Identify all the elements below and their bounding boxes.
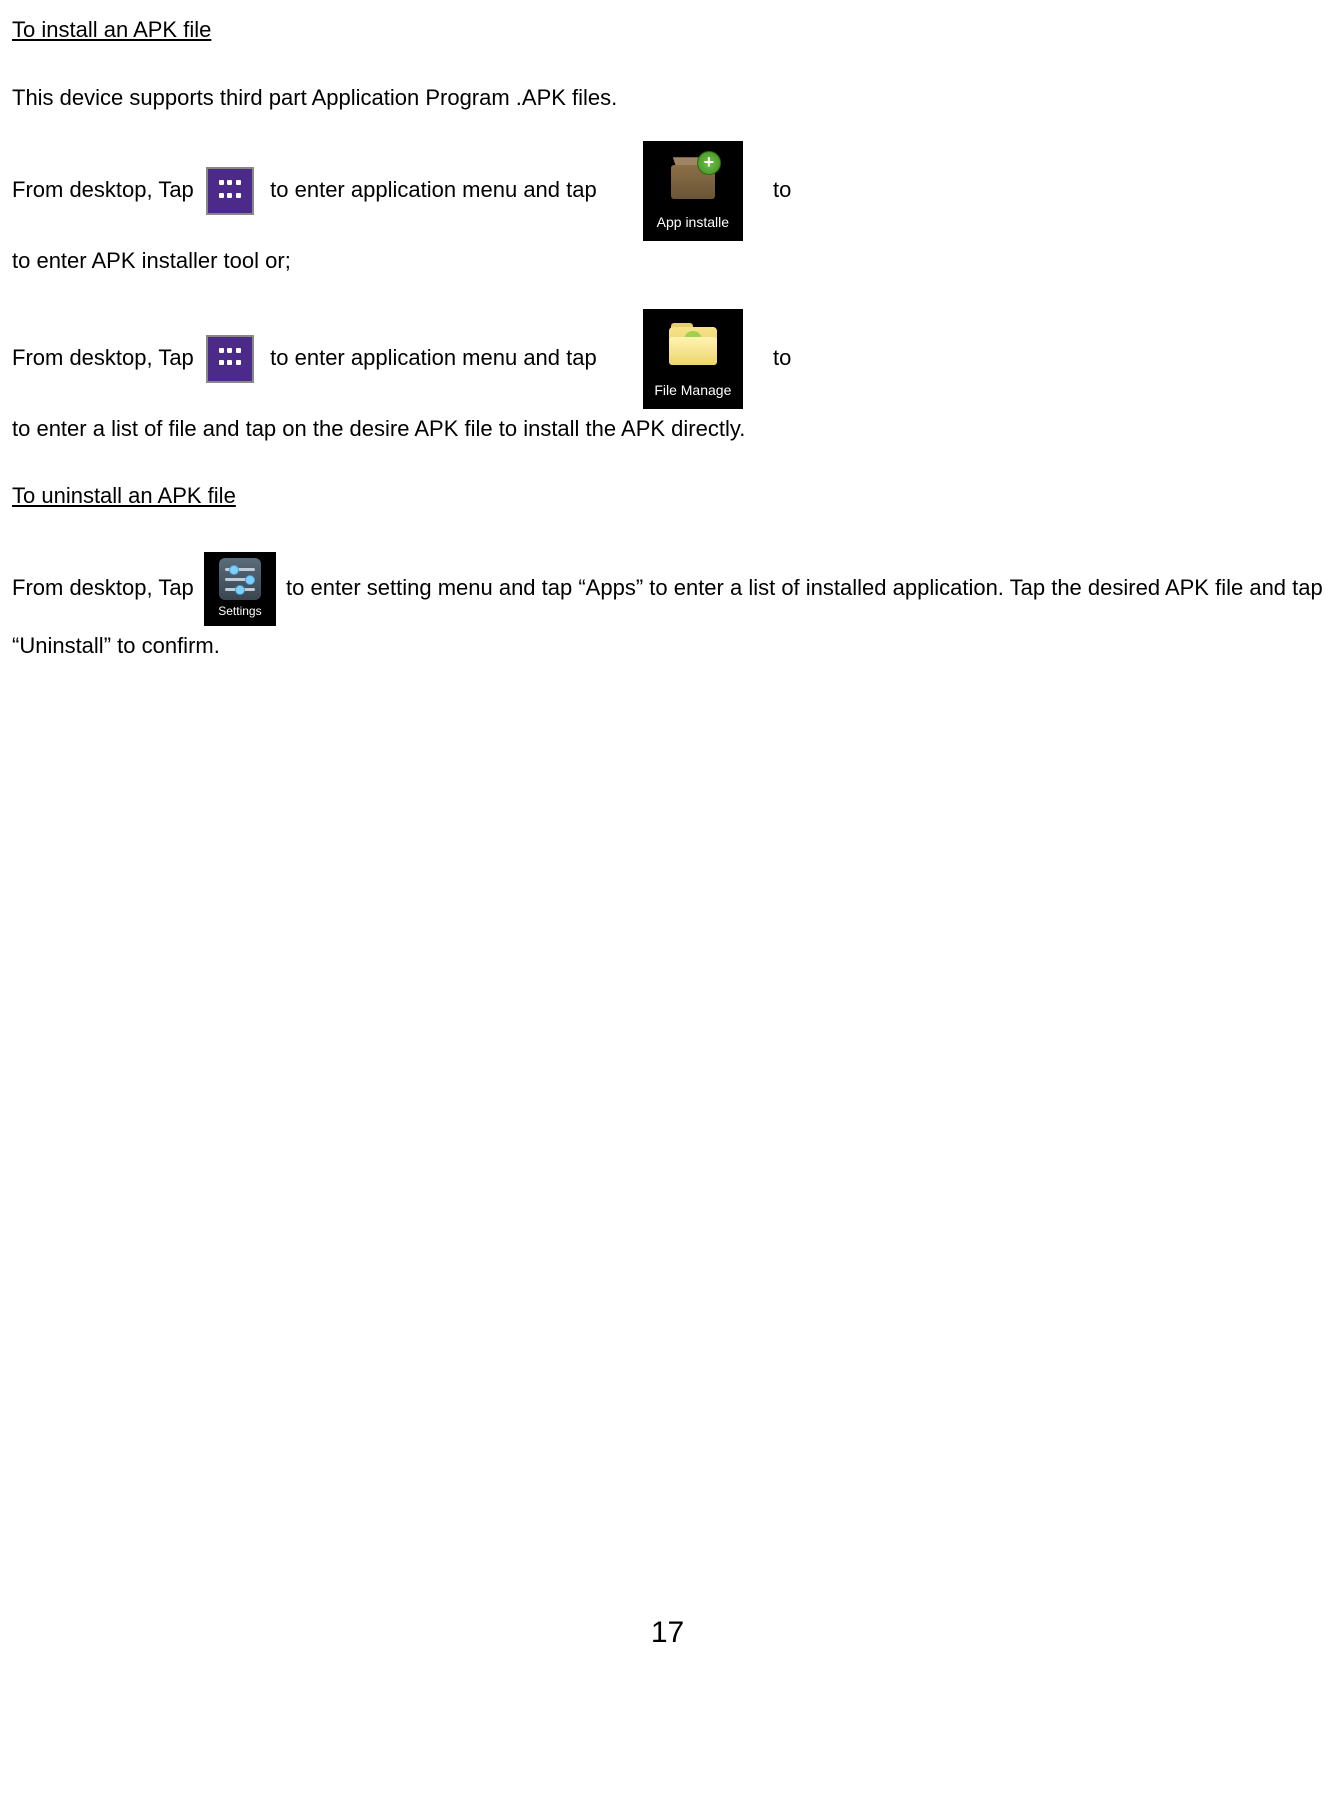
- install-line-1: From desktop, Tap to enter application m…: [12, 141, 1323, 281]
- uninstall-line: From desktop, Tap Settings to enter sett…: [12, 552, 1323, 666]
- enter-file-list-text: to enter a list of file and tap on the d…: [12, 416, 745, 441]
- file-manager-label: File Manage: [643, 378, 743, 403]
- apps-grid-icon: [206, 167, 254, 215]
- to-enter-app-menu-1: to enter application menu and tap: [270, 177, 597, 202]
- app-installer-icon: + App installe: [643, 141, 743, 241]
- from-desktop-tap-3: From desktop, Tap: [12, 575, 194, 600]
- install-line-2: From desktop, Tap to enter application m…: [12, 309, 1323, 449]
- to-word-1: to: [773, 177, 791, 202]
- file-manager-icon: File Manage: [643, 309, 743, 409]
- to-word-2: to: [773, 345, 791, 370]
- intro-text: This device supports third part Applicat…: [12, 85, 617, 110]
- from-desktop-tap-2: From desktop, Tap: [12, 345, 194, 370]
- heading-uninstall-apk: To uninstall an APK file: [12, 476, 1323, 516]
- app-installer-label: App installe: [643, 210, 743, 235]
- apps-grid-icon-2: [206, 335, 254, 383]
- heading-install-apk: To install an APK file: [12, 10, 1323, 50]
- enter-installer-text: to enter APK installer tool or;: [12, 248, 291, 273]
- page-number: 17: [12, 1606, 1323, 1660]
- intro-paragraph: This device supports third part Applicat…: [12, 78, 1323, 118]
- from-desktop-tap-1: From desktop, Tap: [12, 177, 194, 202]
- settings-label: Settings: [204, 601, 276, 623]
- to-enter-app-menu-2: to enter application menu and tap: [270, 345, 597, 370]
- settings-icon: Settings: [204, 552, 276, 626]
